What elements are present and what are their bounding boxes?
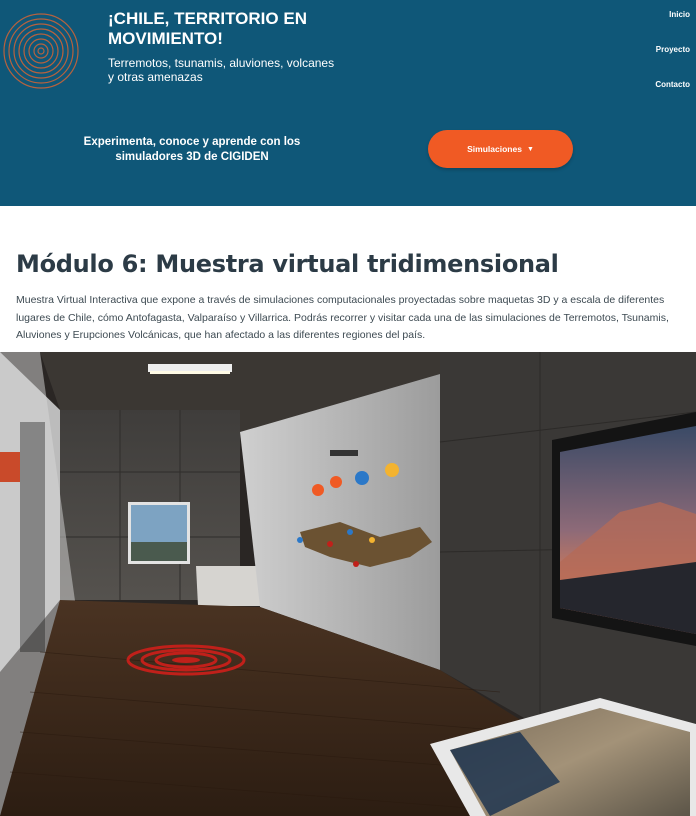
module-description: Muestra Virtual Interactiva que expone a…	[16, 294, 669, 341]
nav-contacto[interactable]: Contacto	[655, 80, 690, 89]
main-nav: Inicio Proyecto Contacto	[655, 10, 690, 115]
nav-proyecto[interactable]: Proyecto	[655, 45, 690, 54]
site-subtitle: Terremotos, tsunamis, aluviones, volcane…	[108, 56, 335, 84]
virtual-exhibit-image	[0, 352, 696, 816]
site-title: ¡CHILE, TERRITORIO EN MOVIMIENTO!	[108, 9, 307, 48]
nav-inicio[interactable]: Inicio	[655, 10, 690, 19]
simulaciones-label: Simulaciones	[467, 144, 522, 154]
site-header: ¡CHILE, TERRITORIO EN MOVIMIENTO! Terrem…	[0, 0, 696, 206]
ripple-logo-icon[interactable]	[2, 12, 80, 90]
simulaciones-button[interactable]: Simulaciones ▼	[428, 130, 573, 168]
caret-down-icon: ▼	[526, 145, 534, 153]
tagline: Experimenta, conoce y aprende con los si…	[83, 136, 301, 163]
page-title: Módulo 6: Muestra virtual tridimensional	[16, 250, 559, 278]
